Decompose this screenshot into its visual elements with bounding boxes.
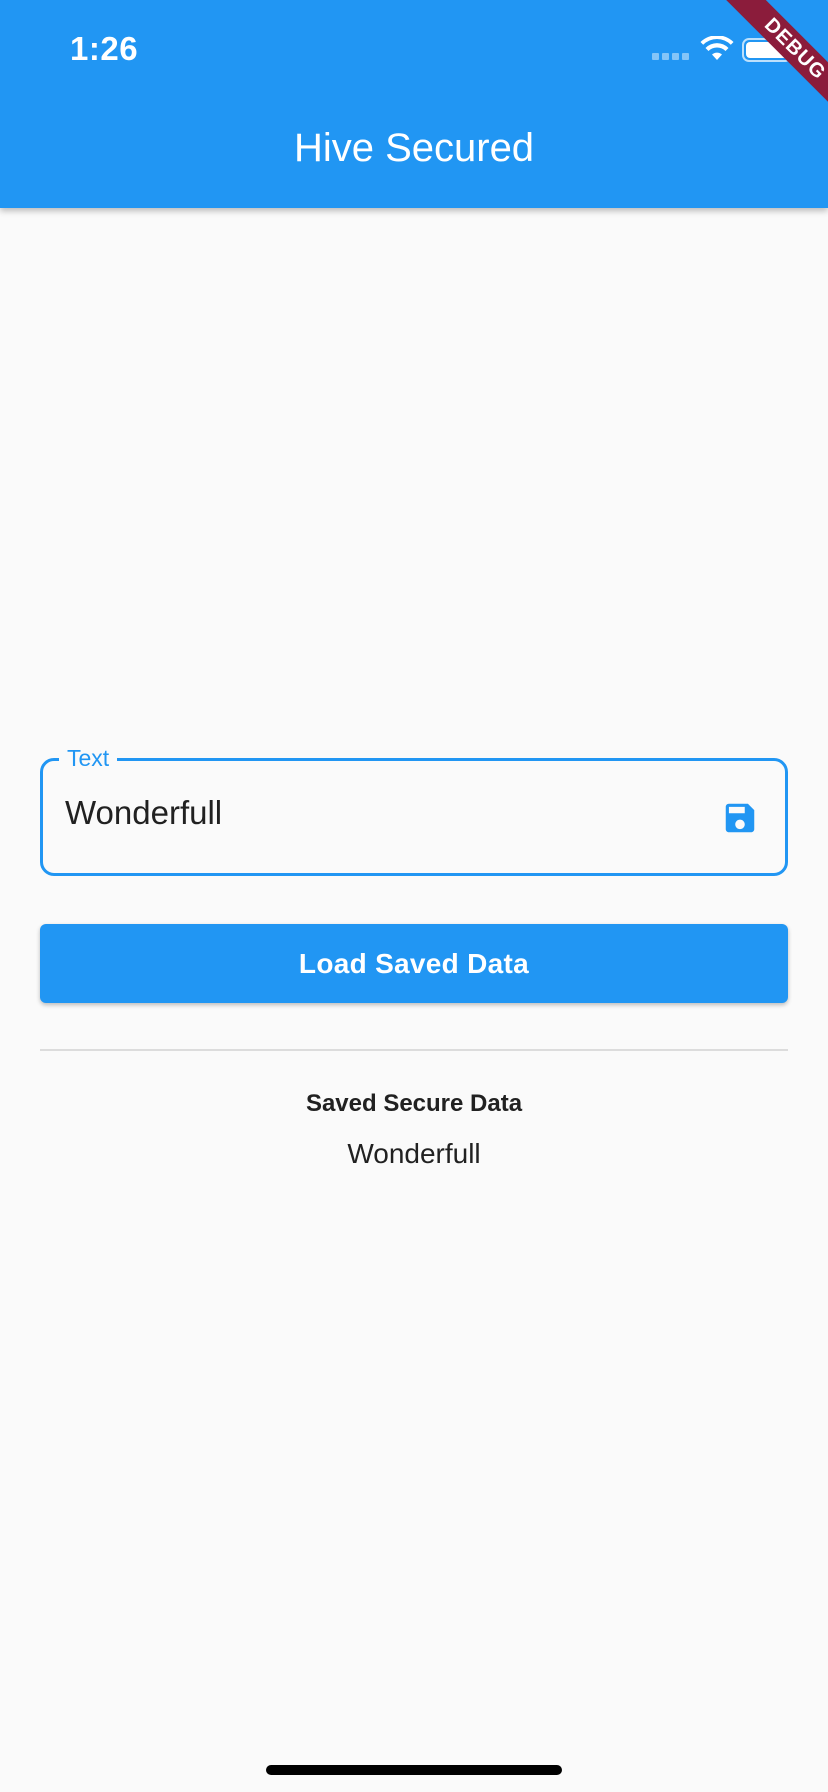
debug-banner: DEBUG: [710, 0, 828, 134]
divider: [40, 1049, 788, 1051]
text-field-label: Text: [59, 745, 118, 771]
saved-data-value: Wonderfull: [347, 1138, 481, 1169]
load-saved-data-button[interactable]: Load Saved Data: [40, 924, 788, 1003]
save-icon[interactable]: [721, 799, 759, 837]
saved-data-heading: Saved Secure Data: [305, 1090, 523, 1117]
status-time: 1:26: [70, 30, 139, 67]
text-input-field[interactable]: Text Wonderfull: [40, 745, 788, 876]
wifi-icon: [700, 36, 734, 60]
app-bar: 1:26 Hive Secured DEBUG: [0, 0, 828, 208]
text-field-value[interactable]: Wonderfull: [65, 793, 222, 833]
cellular-signal-icon: [652, 53, 692, 63]
home-indicator[interactable]: [266, 1765, 562, 1775]
app-title: Hive Secured: [293, 126, 535, 170]
